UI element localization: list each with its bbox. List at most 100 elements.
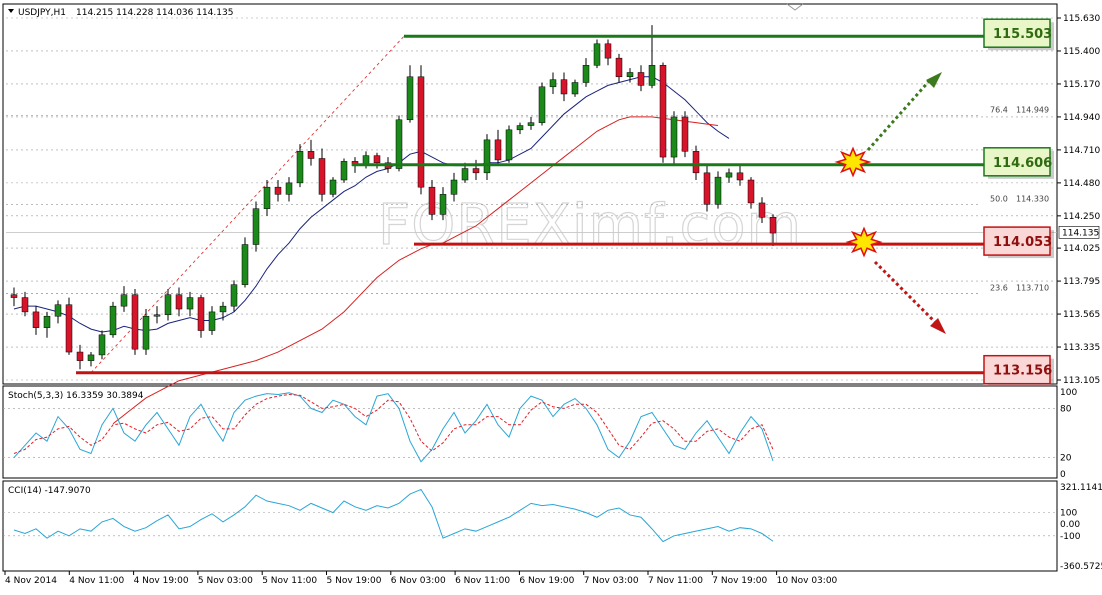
price-tick-label: 114.025 xyxy=(1063,244,1100,254)
candle-body xyxy=(549,79,557,88)
candle-body xyxy=(296,151,304,184)
time-tick-label: 6 Nov 11:00 xyxy=(455,576,510,586)
candle-body xyxy=(98,334,106,356)
price-tick-label: 113.105 xyxy=(1063,376,1100,386)
candle-body xyxy=(582,65,590,83)
candle-body xyxy=(164,294,172,316)
candle-body xyxy=(241,244,249,285)
chart-window: FOREXimf.com 76.4 114.949 50.0 114.330 23.6 1… xyxy=(0,0,1102,591)
candle-body xyxy=(483,139,491,174)
candle-body xyxy=(120,294,128,307)
price-tick-label: 114.250 xyxy=(1063,212,1100,222)
candle-body xyxy=(472,168,480,174)
candle-body xyxy=(439,194,447,215)
candle-body xyxy=(21,297,29,313)
candle-body xyxy=(659,65,667,158)
candle-body xyxy=(307,151,315,159)
level-label: 113.156 xyxy=(993,364,1052,379)
candle-body xyxy=(76,351,84,361)
candle-body xyxy=(648,65,656,86)
candle-body xyxy=(703,172,711,205)
price-tick-label: 113.795 xyxy=(1063,277,1100,287)
candle-body xyxy=(274,186,282,195)
candle-body xyxy=(252,208,260,245)
cci-tick: -100 xyxy=(1060,532,1081,542)
level-label: 115.503 xyxy=(993,27,1052,42)
fib-price: 114.330 xyxy=(1016,194,1049,203)
candle-body xyxy=(175,294,183,310)
cci-tick: 0.00 xyxy=(1060,520,1080,530)
current-price-label: 114.135 xyxy=(1062,228,1099,238)
candle-body xyxy=(43,315,51,328)
candle-body xyxy=(329,179,337,195)
fib-ratio: 76.4 xyxy=(990,106,1008,115)
fib-price: 114.949 xyxy=(1016,106,1049,115)
candle-body xyxy=(725,172,733,178)
candle-body xyxy=(340,161,348,181)
candle-body xyxy=(538,86,546,123)
candle xyxy=(395,115,403,172)
time-tick-label: 4 Nov 19:00 xyxy=(134,576,189,586)
stoch-tick: 0 xyxy=(1060,470,1066,480)
candle xyxy=(109,301,117,338)
candle xyxy=(65,297,73,355)
candle-body xyxy=(681,116,689,152)
candle xyxy=(98,330,106,360)
fib-ratio: 50.0 xyxy=(990,194,1008,203)
candle-body xyxy=(197,297,205,331)
candle-body xyxy=(670,116,678,158)
candle-body xyxy=(54,304,62,317)
cci-tick: -360.5725 xyxy=(1060,562,1102,572)
time-tick-label: 6 Nov 03:00 xyxy=(391,576,446,586)
candle-body xyxy=(10,294,18,298)
candle-body xyxy=(571,82,579,95)
candle-body xyxy=(604,43,612,59)
candle-body xyxy=(560,79,568,95)
candle-body xyxy=(65,304,73,353)
breakout-burst-icon xyxy=(834,146,872,178)
candle-body xyxy=(615,57,623,78)
candle xyxy=(131,288,139,355)
candle-body xyxy=(714,176,722,205)
candle-body xyxy=(285,182,293,195)
stoch-panel xyxy=(2,385,1058,479)
time-tick-label: 7 Nov 03:00 xyxy=(584,576,639,586)
time-tick-label: 7 Nov 19:00 xyxy=(712,576,767,586)
candle-body xyxy=(373,155,381,164)
price-tick-label: 115.400 xyxy=(1063,47,1100,57)
candle-body xyxy=(406,76,414,121)
candle xyxy=(340,158,348,183)
candle xyxy=(241,237,249,288)
candle-body xyxy=(395,119,403,169)
time-tick-label: 7 Nov 11:00 xyxy=(648,576,703,586)
candle xyxy=(252,201,260,252)
time-tick-label: 6 Nov 19:00 xyxy=(519,576,574,586)
candle-body xyxy=(505,129,513,161)
candle-body xyxy=(692,151,700,174)
symbol-header: USDJPY,H1 xyxy=(18,8,66,18)
time-tick-label: 4 Nov 11:00 xyxy=(69,576,124,586)
candle-body xyxy=(637,72,645,86)
price-tick-label: 115.630 xyxy=(1063,14,1100,24)
level-label: 114.606 xyxy=(993,156,1052,171)
level-label: 114.053 xyxy=(993,235,1052,250)
chart-canvas: FOREXimf.com 76.4 114.94950.0 114.33023.6 1… xyxy=(2,3,1102,586)
stoch-label: Stoch(5,3,3) 16.3359 30.3894 xyxy=(8,391,144,401)
candle-body xyxy=(153,314,161,317)
price-tick-label: 113.335 xyxy=(1063,343,1100,353)
stoch-tick: 20 xyxy=(1060,454,1072,464)
time-tick-label: 5 Nov 03:00 xyxy=(198,576,253,586)
cci-label: CCI(14) -147.9070 xyxy=(8,486,91,496)
cci-tick: 321.1141 xyxy=(1060,483,1102,493)
candle-body xyxy=(747,179,755,204)
ohlc-readout: 114.215 114.228 114.036 114.135 xyxy=(76,8,233,18)
candle-body xyxy=(516,125,524,131)
fib-ratio: 23.6 xyxy=(990,283,1008,292)
time-tick-label: 5 Nov 11:00 xyxy=(262,576,317,586)
candle-body xyxy=(494,139,502,161)
candle xyxy=(329,177,337,198)
candle-body xyxy=(417,76,425,188)
candle xyxy=(681,111,689,158)
candle-body xyxy=(626,72,634,78)
candle-body xyxy=(131,294,139,350)
